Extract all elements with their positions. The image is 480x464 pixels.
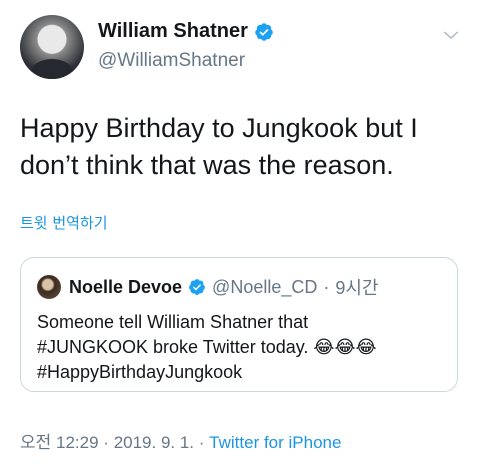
translate-tweet-link[interactable]: 트윗 번역하기 — [20, 212, 108, 233]
author-display-name[interactable]: William Shatner — [98, 20, 248, 43]
quoted-author-name: Noelle Devoe — [69, 276, 183, 297]
tweet-text: Happy Birthday to Jungkook but I don’t t… — [20, 113, 418, 180]
quoted-text-line: #JUNGKOOK broke Twitter today. 😂😂😂 — [37, 337, 377, 357]
quoted-author-avatar — [37, 275, 61, 299]
quoted-tweet-age: 9시간 — [335, 278, 379, 298]
author-avatar[interactable] — [20, 15, 84, 79]
quoted-tweet-card[interactable]: Noelle Devoe @Noelle_CD · 9시간 Someone te… — [20, 257, 458, 392]
tweet-date[interactable]: 2019. 9. 1. — [114, 433, 194, 452]
verified-badge-icon — [189, 279, 205, 295]
quoted-separator: · — [323, 276, 330, 297]
quoted-tweet-header: Noelle Devoe @Noelle_CD · 9시간 — [69, 274, 379, 300]
author-name-row: William Shatner — [98, 20, 274, 43]
tweet-source-link[interactable]: Twitter for iPhone — [209, 433, 341, 452]
quoted-tweet-text: Someone tell William Shatner that #JUNGK… — [37, 310, 447, 385]
author-handle[interactable]: @WilliamShatner — [98, 50, 245, 72]
quoted-text-line: #HappyBirthdayJungkook — [37, 362, 243, 382]
tweet-footer: 오전 12:29 · 2019. 9. 1. · Twitter for iPh… — [20, 428, 341, 453]
footer-separator: · — [198, 433, 205, 452]
footer-separator: · — [103, 433, 109, 452]
verified-badge-icon — [255, 22, 273, 41]
quoted-text-line: Someone tell William Shatner that — [37, 312, 309, 332]
chevron-down-icon[interactable] — [442, 26, 460, 44]
tweet-time[interactable]: 오전 12:29 — [20, 433, 99, 452]
tweet: William Shatner @WilliamShatner Happy Bi… — [0, 0, 480, 464]
quoted-author-handle: @Noelle_CD — [212, 276, 318, 297]
